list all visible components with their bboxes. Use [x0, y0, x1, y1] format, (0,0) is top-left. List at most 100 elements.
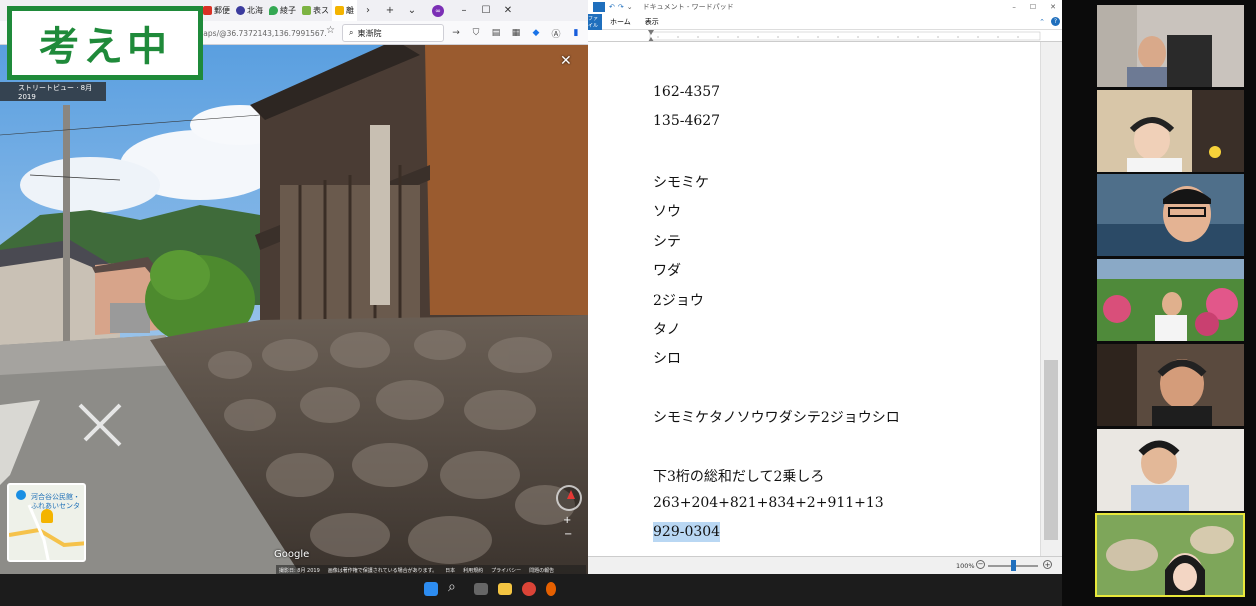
doc-line-7[interactable]: ワダ — [653, 260, 681, 280]
google-logo: Google — [274, 549, 310, 560]
help-icon[interactable]: ? — [1051, 17, 1060, 26]
ruler[interactable] — [588, 30, 1062, 42]
taskbar-search-icon[interactable]: ⌕ — [448, 579, 466, 597]
maximize-button[interactable]: ☐ — [475, 0, 497, 21]
status-bar: 100% − + — [588, 556, 1062, 574]
doc-line-5[interactable]: ソウ — [653, 201, 681, 221]
ribbon-tab-view[interactable]: 表示 — [645, 17, 659, 27]
zoom-in-button[interactable]: + — [563, 515, 571, 526]
doc-line-12[interactable]: シモミケタノソウワダシテ2ジョウシロ — [653, 407, 900, 427]
compass-icon[interactable] — [556, 485, 582, 511]
wp-maximize-button[interactable]: ☐ — [1030, 3, 1036, 11]
start-windows-icon[interactable] — [424, 582, 438, 596]
ribbon-tab-file[interactable]: ファイル — [588, 13, 602, 30]
wordpad-window: ↶ ↷ ⌄ ドキュメント - ワードパッド – ☐ ✕ ファイル ホーム 表示 … — [588, 0, 1062, 574]
quick-access-chevron-icon[interactable]: ⌄ — [627, 3, 633, 11]
reader-icon[interactable]: ▤ — [488, 24, 504, 42]
browser-tab-5[interactable]: 離 — [332, 0, 357, 21]
browser-tab-4[interactable]: 表ス — [299, 0, 332, 21]
doc-line-1[interactable]: 162-4357 — [653, 84, 720, 100]
doc-line-selected[interactable]: 929-0304 — [653, 522, 721, 542]
save-icon[interactable] — [593, 2, 605, 12]
participant-video-1 — [1097, 5, 1244, 87]
browser-tab-1[interactable]: 郵便 — [200, 0, 233, 21]
participant-tile-6[interactable] — [1097, 429, 1244, 511]
extension-puzzle-icon[interactable]: ◆ — [528, 24, 544, 42]
participant-tile-active-speaker[interactable] — [1095, 513, 1245, 597]
firefox-icon[interactable] — [546, 582, 556, 596]
close-streetview-icon[interactable]: ✕ — [560, 53, 572, 69]
zoom-out-icon[interactable]: − — [976, 560, 985, 569]
doc-line-6[interactable]: シテ — [653, 231, 681, 251]
go-arrow-icon[interactable]: → — [448, 24, 464, 42]
doc-line-4[interactable]: シモミケ — [653, 172, 709, 192]
wp-close-button[interactable]: ✕ — [1050, 3, 1056, 11]
minimize-button[interactable]: – — [453, 0, 475, 21]
participant-tile-3[interactable] — [1097, 174, 1244, 256]
browser-tab-2[interactable]: 北海 — [233, 0, 266, 21]
doc-line-8[interactable]: 2ジョウ — [653, 290, 704, 310]
participant-video-6 — [1097, 429, 1244, 511]
participant-video-4 — [1097, 259, 1244, 341]
thinking-label: 考え中 — [39, 24, 171, 70]
tab-list-chevron-icon[interactable]: ⌄ — [401, 0, 423, 21]
browser-tab-3[interactable]: 綾子 — [266, 0, 299, 21]
document-page[interactable]: 162-4357 135-4627 シモミケ ソウ シテ ワダ 2ジョウ タノ … — [588, 42, 1040, 556]
doc-line-14[interactable]: 下3桁の総和だして2乗しろ — [653, 466, 824, 486]
tab-scroll-right-icon[interactable]: › — [357, 0, 379, 21]
doc-line-10[interactable]: シロ — [653, 348, 681, 368]
browser-extension-icon[interactable]: ∞ — [423, 0, 453, 21]
participant-video-7 — [1097, 515, 1243, 595]
wp-minimize-button[interactable]: – — [1012, 3, 1016, 11]
shield-icon[interactable]: ⛉ — [468, 24, 484, 42]
zoom-out-button[interactable]: − — [564, 529, 572, 540]
footer-region[interactable]: 日本 — [445, 567, 455, 574]
thinking-banner: 考え中 — [7, 6, 203, 80]
tab-favicon-icon — [302, 6, 311, 15]
url-bar[interactable]: maps/@36.7372143,136.7991567... — [196, 25, 326, 41]
minimap[interactable]: 河合谷公民館・ふれあいセンタ — [7, 483, 86, 562]
compass-needle-icon — [567, 490, 575, 499]
participant-video-2 — [1097, 90, 1244, 172]
footer-privacy-link[interactable]: プライバシー — [491, 567, 521, 574]
streetview-date-label: ストリートビュー · 8月 2019 — [0, 82, 106, 101]
close-window-button[interactable]: ✕ — [497, 0, 519, 21]
bookmark-star-icon[interactable]: ☆ — [326, 25, 335, 36]
chrome-icon[interactable] — [522, 582, 536, 596]
redo-icon[interactable]: ↷ — [618, 3, 624, 11]
grid-icon[interactable]: ▦ — [508, 24, 524, 42]
maps-pin-icon — [269, 6, 278, 15]
footer-copyright: 画像は著作権で保護されている場合があります。 — [327, 567, 438, 574]
doc-line-15[interactable]: 263+204+821+834+2+911+13 — [653, 495, 884, 511]
taskbar: ⌕ — [0, 574, 1062, 606]
new-tab-button[interactable]: + — [379, 0, 401, 21]
task-view-icon[interactable] — [474, 583, 488, 595]
wordpad-title-bar: ↶ ↷ ⌄ ドキュメント - ワードパッド – ☐ ✕ — [588, 0, 1062, 14]
footer-report-link[interactable]: 問題の報告 — [529, 567, 554, 574]
doc-line-9[interactable]: タノ — [653, 319, 681, 339]
file-explorer-icon[interactable] — [498, 583, 512, 595]
wordpad-title: ドキュメント - ワードパッド — [642, 3, 734, 11]
participant-tile-1[interactable] — [1097, 5, 1244, 87]
pegman-icon — [41, 509, 53, 523]
zoom-in-icon[interactable]: + — [1043, 560, 1052, 569]
search-input[interactable]: ⌕ 東漸院 — [342, 24, 444, 42]
footer-terms-link[interactable]: 利用規約 — [463, 567, 483, 574]
search-icon: ⌕ — [349, 28, 354, 37]
screen: 郵便 北海 綾子 表ス 離 › + ⌄ ∞ – ☐ ✕ maps/@36.737… — [0, 0, 1256, 606]
street-view-image[interactable]: ストリートビュー · 8月 2019 ✕ 河合谷公民館・ふれあいセンタ + − … — [0, 45, 588, 574]
tab-favicon-icon — [335, 6, 344, 15]
doc-line-2[interactable]: 135-4627 — [653, 113, 720, 129]
ribbon-collapse-chevron-icon[interactable]: ⌃ — [1039, 18, 1045, 26]
zoom-slider-thumb[interactable] — [1011, 560, 1016, 571]
participant-tile-4[interactable] — [1097, 259, 1244, 341]
participant-tile-2[interactable] — [1097, 90, 1244, 172]
ribbon-tab-home[interactable]: ホーム — [610, 17, 631, 27]
scrollbar-thumb[interactable] — [1044, 360, 1058, 540]
participant-tile-5[interactable] — [1097, 344, 1244, 426]
undo-icon[interactable]: ↶ — [609, 3, 615, 11]
participant-video-5 — [1097, 344, 1244, 426]
account-icon[interactable]: Ⓐ — [548, 24, 564, 42]
password-icon[interactable]: ▮ — [568, 24, 584, 42]
wordpad-ribbon: ファイル ホーム 表示 ⌃ ? — [588, 13, 1062, 30]
